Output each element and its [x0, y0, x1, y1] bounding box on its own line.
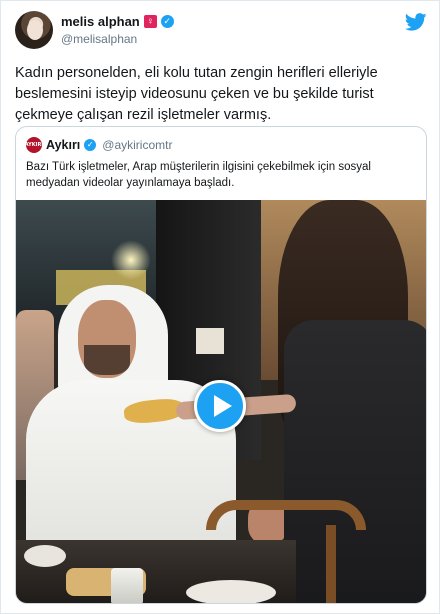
- background-counter: [196, 328, 224, 354]
- drink-cup: [111, 568, 143, 603]
- man-beard: [84, 345, 130, 375]
- chair-back: [206, 500, 366, 530]
- quoted-avatar[interactable]: AYKIRI: [25, 137, 43, 153]
- female-sign-icon: ♀: [143, 15, 157, 28]
- woman-body: [284, 320, 426, 603]
- quoted-tweet-header: AYKIRI Aykırı ✓ @aykiricomtr: [25, 137, 172, 153]
- background-lights: [111, 240, 151, 280]
- quoted-tweet-text: Bazı Türk işletmeler, Arap müşterilerin …: [26, 161, 371, 189]
- quoted-tweet[interactable]: AYKIRI Aykırı ✓ @aykiricomtr Bazı Türk i…: [15, 126, 427, 604]
- plate-right: [186, 580, 276, 603]
- quoted-handle[interactable]: @aykiricomtr: [102, 138, 172, 152]
- plate-left: [24, 545, 66, 567]
- avatar[interactable]: [15, 11, 53, 49]
- author-display-name[interactable]: melis alphan: [61, 14, 140, 29]
- verified-badge-icon: ✓: [160, 15, 174, 28]
- author-name-row: melis alphan ♀ ✓: [61, 14, 174, 29]
- chair-leg: [326, 525, 336, 603]
- play-icon: [213, 395, 232, 417]
- video-thumbnail[interactable]: [16, 200, 426, 603]
- tweet-card: melis alphan ♀ ✓ @melisalphan Kadın pers…: [0, 0, 440, 614]
- verified-badge-icon: ✓: [84, 139, 97, 151]
- quoted-display-name[interactable]: Aykırı: [46, 138, 80, 152]
- author-handle[interactable]: @melisalphan: [61, 32, 137, 46]
- twitter-bird-icon[interactable]: [405, 13, 427, 31]
- play-button[interactable]: [194, 380, 246, 432]
- tweet-header: melis alphan ♀ ✓ @melisalphan: [15, 11, 427, 51]
- tweet-text: Kadın personelden, eli kolu tutan zengin…: [15, 65, 378, 123]
